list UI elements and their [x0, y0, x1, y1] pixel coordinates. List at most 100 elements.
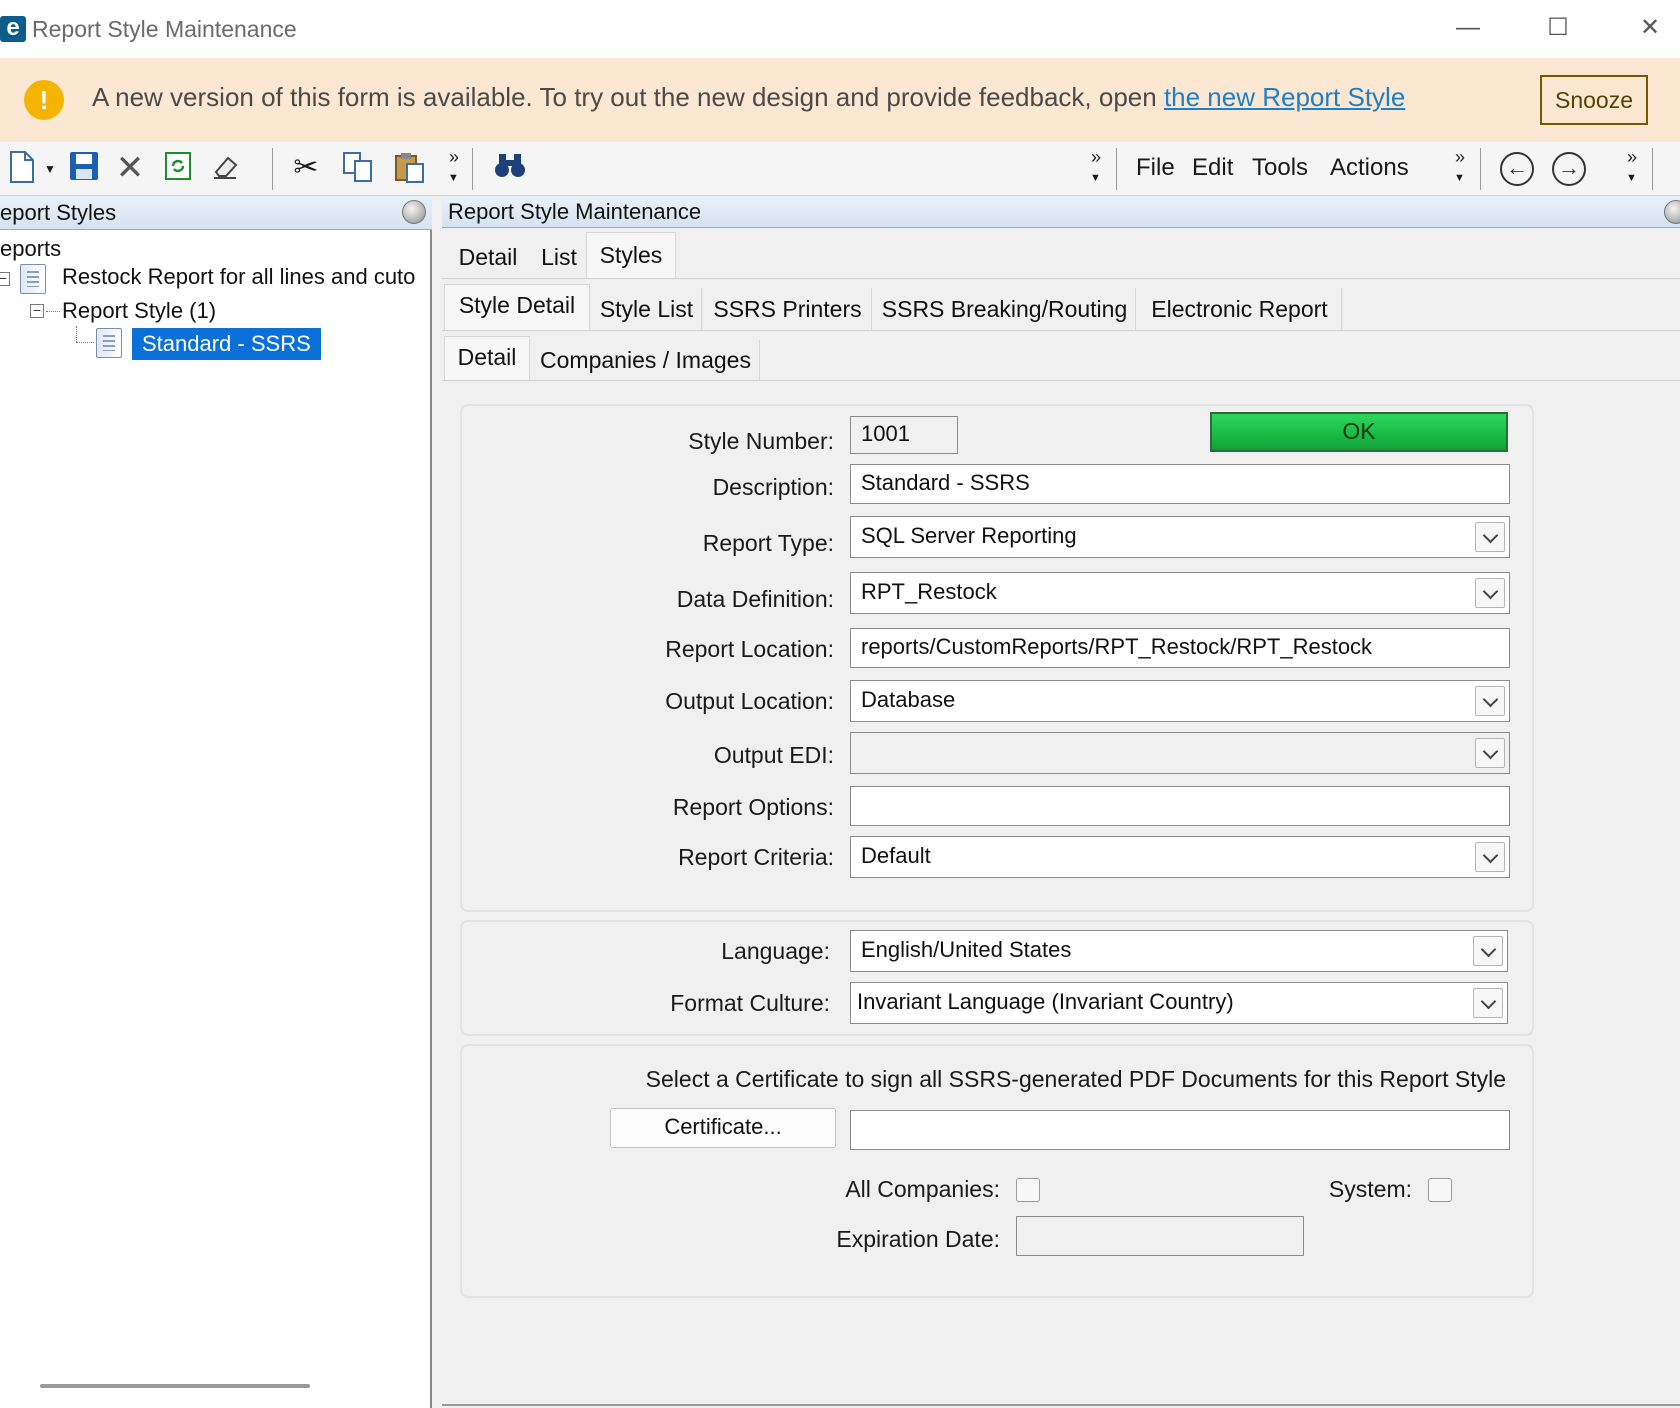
toolbar-separator [1116, 148, 1117, 190]
output-location-label: Output Location: [665, 688, 834, 714]
tab-style-detail[interactable]: Style Detail [444, 284, 590, 330]
refresh-icon[interactable] [160, 150, 196, 186]
ok-button[interactable]: OK [1210, 412, 1508, 452]
chevron-down-icon[interactable] [1475, 522, 1505, 552]
report-location-label: Report Location: [665, 636, 834, 662]
toolbar-separator [1652, 148, 1653, 190]
paste-icon[interactable] [392, 150, 428, 186]
pin-icon[interactable] [402, 200, 426, 224]
tab-strip-line [442, 380, 1680, 381]
menu-overflow-icon[interactable]: » [1452, 148, 1468, 166]
clear-icon[interactable] [208, 150, 244, 186]
tab-companies-images[interactable]: Companies / Images [532, 340, 760, 380]
save-icon[interactable] [66, 150, 102, 186]
overflow-dropdown-icon[interactable]: ▼ [1454, 172, 1465, 184]
chevron-down-icon[interactable] [1475, 686, 1505, 716]
new-report-style-link[interactable]: the new Report Style [1164, 82, 1405, 112]
output-edi-select[interactable] [850, 732, 1510, 774]
description-field[interactable]: Standard - SSRS [850, 464, 1510, 504]
tab-styles[interactable]: Styles [586, 232, 676, 278]
horizontal-scrollbar[interactable] [40, 1384, 310, 1388]
detail-pane-title: Report Style Maintenance [448, 199, 702, 224]
tab-strip-line [442, 278, 1680, 279]
snooze-button[interactable]: Snooze [1540, 75, 1648, 125]
toolbar-separator [272, 148, 273, 190]
tab-style-list[interactable]: Style List [592, 288, 702, 330]
window-title: Report Style Maintenance [32, 16, 297, 42]
style-number-field[interactable]: 1001 [850, 416, 958, 454]
tree-pane-title: eport Styles [0, 200, 117, 225]
report-type-label: Report Type: [702, 530, 834, 556]
forward-arrow-icon[interactable]: → [1552, 152, 1586, 186]
warning-icon: ! [24, 80, 64, 120]
detail-pane-header: Report Style Maintenance [442, 196, 1680, 228]
tab-list[interactable]: List [532, 244, 586, 278]
certificate-button[interactable]: Certificate... [610, 1108, 836, 1148]
tree-node-report-style[interactable]: Report Style (1) [62, 298, 216, 324]
new-document-icon[interactable] [4, 150, 40, 186]
toolbar-overflow-icon[interactable]: » [1088, 148, 1104, 166]
report-options-label: Report Options: [672, 794, 834, 820]
format-culture-value: Invariant Language (Invariant Country) [857, 989, 1234, 1014]
report-type-select[interactable]: SQL Server Reporting [850, 516, 1510, 558]
data-definition-select[interactable]: RPT_Restock [850, 572, 1510, 614]
minimize-button[interactable]: — [1448, 10, 1488, 46]
all-companies-checkbox[interactable] [1016, 1178, 1040, 1202]
new-dropdown-icon[interactable]: ▼ [44, 162, 56, 176]
tree-connector [76, 326, 77, 342]
chevron-down-icon[interactable] [1473, 988, 1503, 1018]
tab-strip-line [442, 330, 1680, 331]
system-checkbox[interactable] [1428, 1178, 1452, 1202]
overflow-dropdown-icon[interactable]: ▼ [1626, 172, 1637, 184]
tree-node-standard-ssrs[interactable]: Standard - SSRS [132, 328, 321, 360]
chevron-down-icon[interactable] [1473, 936, 1503, 966]
output-location-select[interactable]: Database [850, 680, 1510, 722]
description-label: Description: [712, 474, 834, 500]
tree-root[interactable]: eports [0, 236, 61, 262]
tab-ssrs-breaking-routing[interactable]: SSRS Breaking/Routing [874, 288, 1136, 330]
chevron-down-icon[interactable] [1475, 578, 1505, 608]
menu-actions[interactable]: Actions [1330, 154, 1409, 182]
tab-detail[interactable]: Detail [450, 244, 526, 278]
binoculars-icon[interactable] [492, 150, 528, 186]
report-type-value: SQL Server Reporting [861, 523, 1077, 548]
certificate-field[interactable] [850, 1110, 1510, 1150]
report-location-field[interactable]: reports/CustomReports/RPT_Restock/RPT_Re… [850, 628, 1510, 668]
tab-ssrs-printers[interactable]: SSRS Printers [704, 288, 872, 330]
maximize-button[interactable]: ☐ [1538, 10, 1578, 46]
banner-message: A new version of this form is available.… [92, 82, 1405, 113]
menu-tools[interactable]: Tools [1252, 154, 1308, 182]
tree-node-restock-report[interactable]: Restock Report for all lines and cuto [62, 264, 415, 290]
output-edi-label: Output EDI: [713, 742, 834, 768]
report-options-field[interactable] [850, 786, 1510, 826]
report-icon [20, 264, 46, 294]
toolbar-separator [1480, 148, 1481, 190]
menu-edit[interactable]: Edit [1192, 154, 1233, 182]
collapse-icon[interactable]: − [30, 303, 44, 318]
nav-overflow-icon[interactable]: » [1624, 148, 1640, 166]
menu-file[interactable]: File [1136, 154, 1175, 182]
format-culture-select[interactable]: Invariant Language (Invariant Country) [850, 982, 1508, 1024]
report-criteria-select[interactable]: Default [850, 836, 1510, 878]
tab-electronic-report[interactable]: Electronic Report [1138, 288, 1342, 330]
pin-icon[interactable] [1664, 200, 1680, 224]
overflow-dropdown-icon[interactable]: ▼ [1090, 172, 1101, 184]
title-bar: e Report Style Maintenance — ☐ ✕ [0, 0, 1680, 58]
output-location-value: Database [861, 687, 956, 712]
chevron-down-icon[interactable] [1475, 842, 1505, 872]
delete-icon[interactable]: ✕ [112, 150, 148, 186]
language-value: English/United States [861, 937, 1072, 962]
overflow-dropdown-icon[interactable]: ▼ [448, 172, 459, 184]
copy-icon[interactable] [340, 150, 376, 186]
close-button[interactable]: ✕ [1630, 10, 1670, 46]
tab-sub-detail[interactable]: Detail [444, 336, 530, 380]
chevron-down-icon[interactable] [1475, 738, 1505, 768]
cut-icon[interactable]: ✂ [288, 150, 324, 186]
expiration-date-field[interactable] [1016, 1216, 1304, 1256]
language-select[interactable]: English/United States [850, 930, 1508, 972]
back-arrow-icon[interactable]: ← [1500, 152, 1534, 186]
all-companies-label: All Companies: [845, 1176, 1000, 1202]
collapse-icon[interactable]: − [0, 271, 10, 286]
toolbar-overflow-icon[interactable]: » [446, 148, 462, 166]
toolbar: ▼ ✕ ✂ » ▼ » ▼ File Edit Tools Actions » … [0, 142, 1680, 196]
